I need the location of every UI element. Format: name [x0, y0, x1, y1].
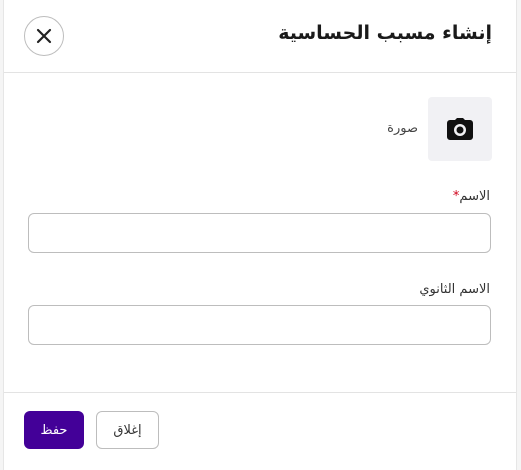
dialog-header: إنشاء مسبب الحساسية	[4, 0, 516, 73]
name-input[interactable]	[28, 213, 491, 253]
dialog-title: إنشاء مسبب الحساسية	[278, 22, 492, 44]
close-button[interactable]	[24, 16, 64, 56]
cancel-button[interactable]: إغلاق	[96, 411, 159, 449]
photo-label: صورة	[387, 121, 418, 136]
save-button[interactable]: حفظ	[24, 411, 84, 449]
photo-upload-button[interactable]	[428, 97, 492, 161]
name-field-label: الاسم*	[453, 189, 490, 204]
secondary-name-field-label: الاسم الثانوي	[419, 282, 490, 297]
close-icon	[36, 28, 52, 44]
dialog-footer: حفظ إغلاق	[4, 392, 516, 470]
secondary-name-input[interactable]	[28, 305, 491, 345]
create-allergen-dialog: إنشاء مسبب الحساسية صورة الاسم* الاسم ال…	[3, 0, 517, 470]
camera-icon	[447, 118, 473, 140]
name-label-text: الاسم	[459, 189, 490, 204]
